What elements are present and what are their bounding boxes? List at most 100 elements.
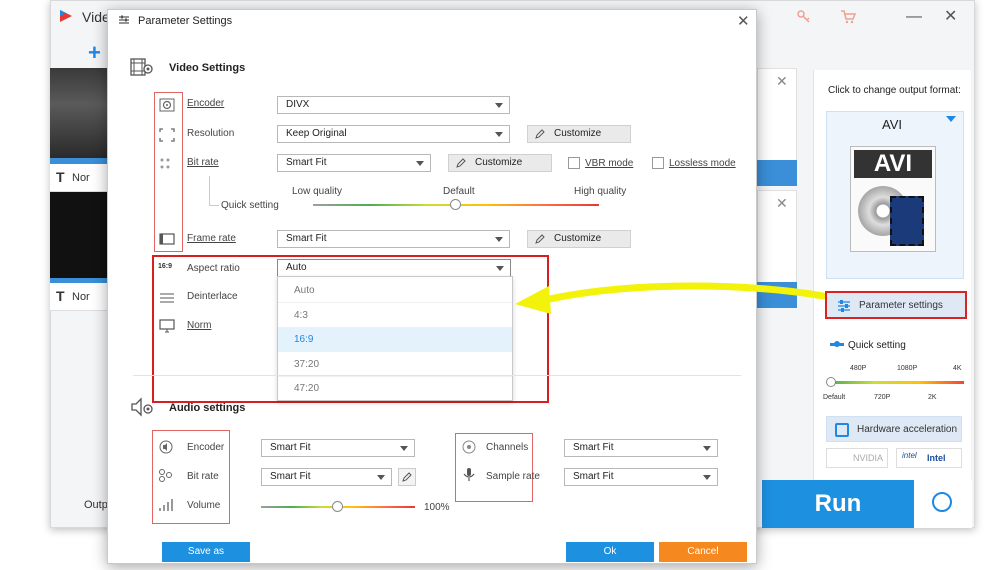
annotation-arrow [515,282,825,314]
aspect-ratio-label: Aspect ratio [187,263,240,274]
sliders-icon [838,300,850,312]
run-button[interactable]: Run [762,480,914,528]
aspect-option-16-9[interactable]: 16:9 [278,328,512,352]
aspect-ratio-select[interactable]: Auto [277,259,511,277]
caption-text: Nor [72,291,90,303]
format-dropdown-caret-icon[interactable] [946,116,956,122]
output-format-hint: Click to change output format: [828,85,961,96]
audio-bitrate-select[interactable]: Smart Fit [261,468,392,486]
chevron-down-icon [495,132,503,137]
chevron-down-icon [703,446,711,451]
chevron-down-icon [377,475,385,480]
cart-icon[interactable] [840,10,856,24]
section-divider [133,375,741,376]
chevron-down-icon [703,475,711,480]
intel-label: Intel [927,453,946,463]
resolution-value: Keep Original [286,128,347,139]
frame-rate-icon [159,233,175,245]
parameter-settings-button[interactable]: Parameter settings [825,291,967,319]
minimize-icon[interactable]: — [906,8,922,26]
app-logo-icon [60,10,72,22]
res-mark: 480P [850,365,867,372]
video-thumbnail[interactable] [50,68,108,158]
res-mark: 1080P [897,365,918,372]
volume-bars-icon [159,499,173,511]
hardware-acceleration-button[interactable]: Hardware acceleration [826,416,962,442]
video-encoder-label[interactable]: Encoder [187,98,224,109]
resolution-slider-track[interactable] [830,381,964,384]
video-bitrate-label[interactable]: Bit rate [187,157,219,168]
aspect-option-auto[interactable]: Auto [278,279,512,303]
video-quick-setting-label: Quick setting [221,200,279,211]
aspect-ratio-value: Auto [286,262,307,273]
close-dialog-icon[interactable]: ✕ [737,12,750,30]
key-icon[interactable] [797,10,811,24]
video-encoder-select[interactable]: DIVX [277,96,510,114]
frame-rate-customize-button[interactable]: Customize [527,230,631,248]
audio-bitrate-icon [159,469,172,482]
encoder-gear-icon [159,98,175,112]
connector-line [209,205,219,206]
channels-label: Channels [486,442,529,453]
chevron-down-icon [416,161,424,166]
remove-file-icon[interactable]: ✕ [776,73,788,90]
vbr-mode-checkbox[interactable] [568,157,580,169]
audio-bitrate-label: Bit rate [187,471,219,482]
video-thumbnail[interactable] [50,192,108,282]
sample-rate-select[interactable]: Smart Fit [564,468,718,486]
aspect-option-4-3[interactable]: 4:3 [278,304,512,328]
nvidia-option[interactable]: NVIDIA [826,448,888,468]
lossless-mode-checkbox[interactable] [652,157,664,169]
alarm-clock-icon[interactable] [932,492,952,512]
video-settings-title: Video Settings [169,62,246,74]
channels-select[interactable]: Smart Fit [564,439,718,457]
lossless-mode-label[interactable]: Lossless mode [669,158,736,169]
volume-slider-knob[interactable] [332,501,343,512]
audio-settings-title: Audio settings [169,402,246,414]
quick-setting-label: Quick setting [848,340,906,351]
aspect-option-47-20[interactable]: 47:20 [278,377,512,401]
resolution-select[interactable]: Keep Original [277,125,510,143]
vbr-mode-label[interactable]: VBR mode [585,158,633,169]
save-as-button[interactable]: Save as [162,542,250,562]
bitrate-customize-button[interactable]: Customize [448,154,552,172]
video-quality-slider-knob[interactable] [450,199,461,210]
res-mark: Default [823,394,846,401]
audio-encoder-label: Encoder [187,442,225,453]
add-file-button[interactable]: + [88,40,101,66]
audio-bitrate-edit-button[interactable] [398,468,416,486]
resolution-icon [159,128,175,142]
sample-rate-label: Sample rate [486,471,540,482]
high-quality-label: High quality [574,186,627,197]
frame-rate-label[interactable]: Frame rate [187,233,236,244]
aspect-option-37-20[interactable]: 37:20 [278,353,512,377]
output-format-name: AVI [882,117,902,132]
file-row-caption[interactable]: T Nor [50,283,108,311]
microphone-icon [463,468,475,481]
speaker-icon [159,440,173,454]
text-tool-icon: T [56,169,65,185]
audio-bitrate-value: Smart Fit [270,471,311,482]
hardware-acceleration-label: Hardware acceleration [857,424,958,435]
chevron-down-icon [400,446,408,451]
close-window-icon[interactable]: ✕ [944,6,957,26]
chip-icon [835,423,849,437]
chevron-down-icon [495,103,503,108]
customize-label: Customize [475,157,523,168]
resolution-customize-button[interactable]: Customize [527,125,631,143]
norm-label[interactable]: Norm [187,320,211,331]
pencil-icon [535,129,545,139]
remove-file-icon[interactable]: ✕ [776,195,788,212]
file-row-highlight [757,160,797,186]
audio-encoder-select[interactable]: Smart Fit [261,439,415,457]
ok-button[interactable]: Ok [566,542,654,562]
video-encoder-value: DIVX [286,99,310,110]
text-tool-icon: T [56,288,65,304]
frame-rate-select[interactable]: Smart Fit [277,230,510,248]
cancel-button[interactable]: Cancel [659,542,747,562]
resolution-slider-knob[interactable] [826,377,836,387]
video-bitrate-select[interactable]: Smart Fit [277,154,431,172]
file-row-caption[interactable]: T Nor [50,164,108,192]
res-mark: 4K [953,365,962,372]
volume-label: Volume [187,500,221,511]
